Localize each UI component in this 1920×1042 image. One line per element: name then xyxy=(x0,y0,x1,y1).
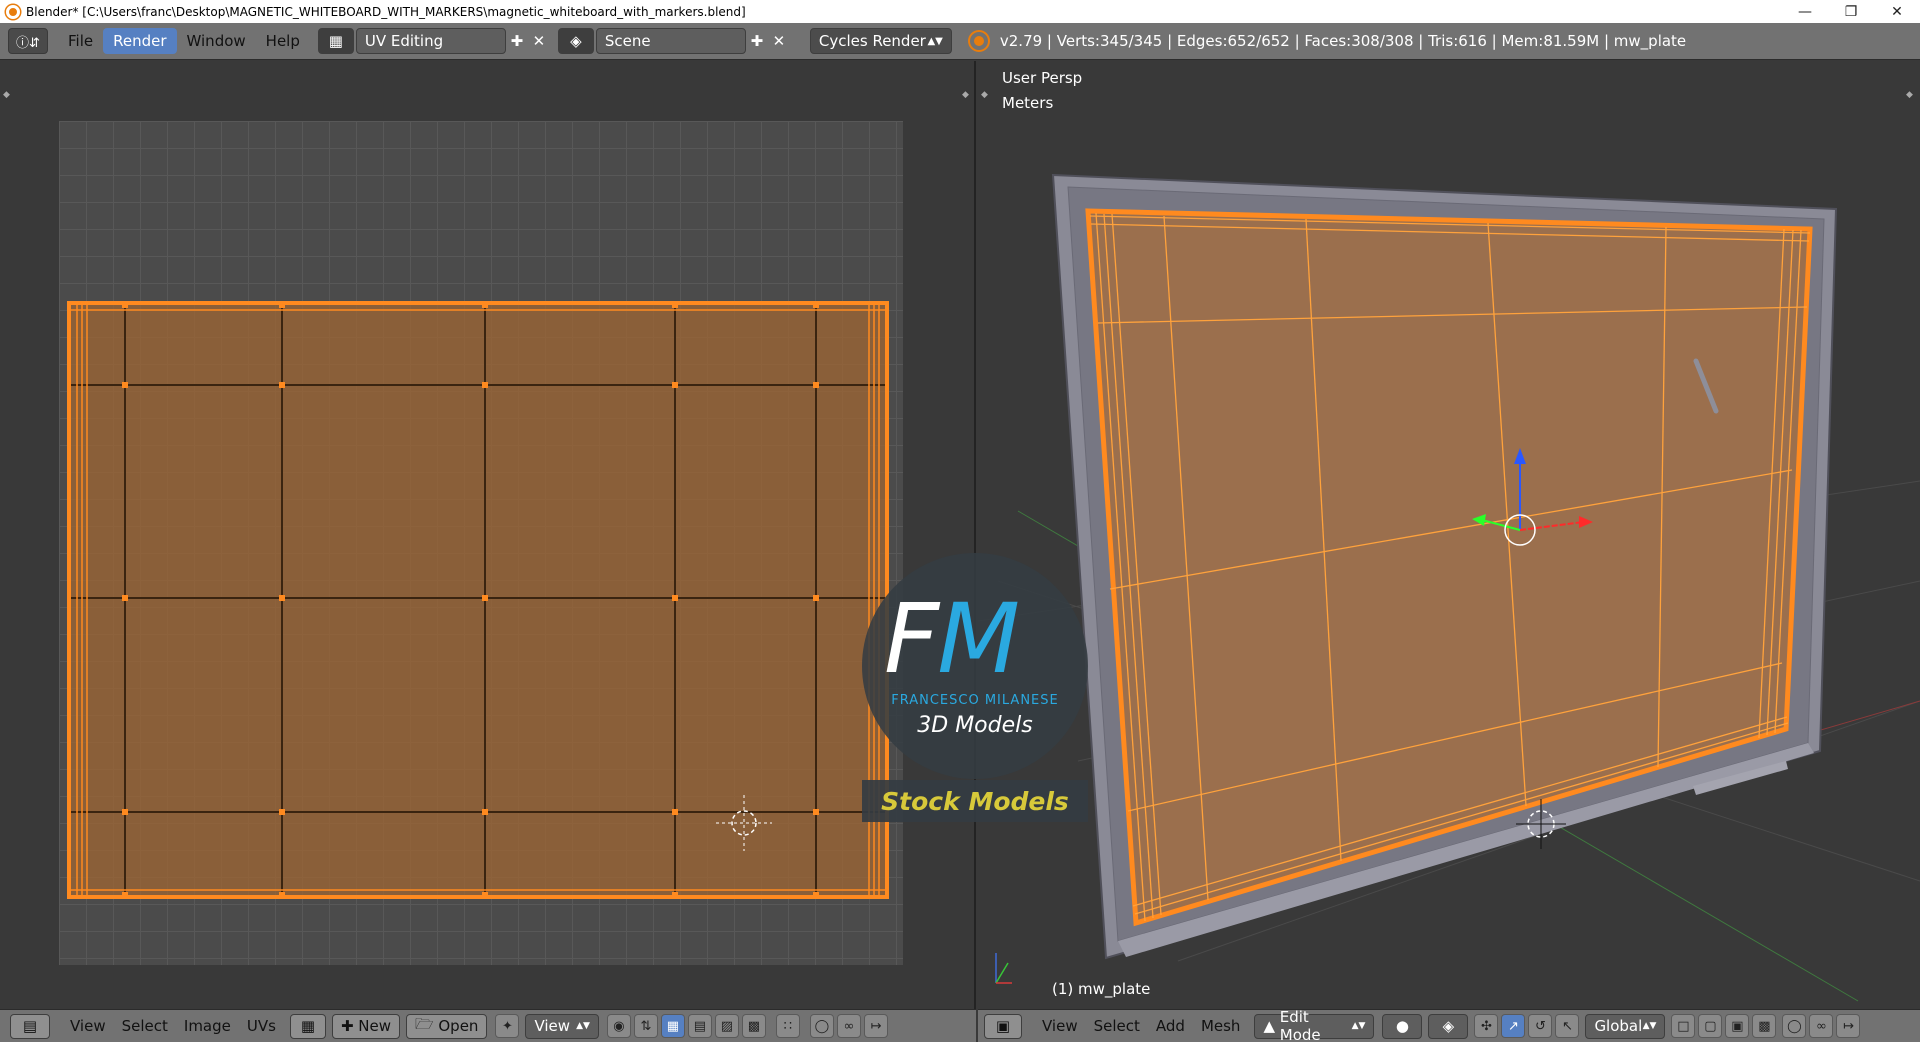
blender-logo-icon xyxy=(969,32,988,50)
new-image-label: New xyxy=(358,1017,391,1035)
uv-image-editor[interactable]: ◆ ◆ xyxy=(0,61,976,1009)
window-titlebar: Blender* [C:\Users\franc\Desktop\MAGNETI… xyxy=(0,0,1920,23)
close-icon[interactable]: ✕ xyxy=(1874,0,1920,23)
add-scene-icon[interactable]: ✚ xyxy=(746,30,768,52)
pivot-point-dropdown[interactable]: ◈ xyxy=(1428,1013,1469,1039)
uv-view-menu[interactable]: View xyxy=(62,1017,114,1035)
sticky-select-icon[interactable]: ∷ xyxy=(775,1014,800,1038)
island-select-icon[interactable]: ▩ xyxy=(741,1014,766,1038)
3d-add-menu[interactable]: Add xyxy=(1148,1017,1193,1035)
view-mode-label: View xyxy=(534,1017,571,1035)
new-image-button[interactable]: ✚ New xyxy=(331,1013,400,1039)
vertex-select-icon[interactable]: ▦ xyxy=(660,1014,685,1038)
region-toggle-right-icon[interactable]: ◆ xyxy=(962,90,970,100)
active-object-label: (1) mw_plate xyxy=(1052,980,1151,998)
scene-name-field[interactable]: Scene xyxy=(595,28,746,54)
snap-element-icon[interactable]: ↦ xyxy=(1836,1014,1861,1038)
image-browse-button[interactable]: ▦ xyxy=(289,1013,326,1039)
scene-stats: v2.79 | Verts:345/345 | Edges:652/652 | … xyxy=(999,32,1687,50)
3d-view-header: ▣ View Select Add Mesh ▲ Edit Mode ▲▼ ● ◈… xyxy=(978,1008,1920,1042)
pivot-icon[interactable]: ◉ xyxy=(606,1014,631,1038)
snap-target-icon[interactable]: ↦ xyxy=(863,1014,888,1038)
snap-icon[interactable]: ∞ xyxy=(836,1014,861,1038)
render-menu[interactable]: Render xyxy=(103,28,177,54)
vertex-select-mode-icon[interactable]: □ xyxy=(1671,1014,1696,1038)
3d-mesh-menu[interactable]: Mesh xyxy=(1193,1017,1249,1035)
whiteboard-plate-mesh[interactable] xyxy=(1085,208,1813,927)
info-header: ⓘ⇵ File Render Window Help ▦ UV Editing … xyxy=(0,23,1920,60)
2d-cursor-icon[interactable] xyxy=(712,791,776,855)
rotate-manipulator-icon[interactable]: ↺ xyxy=(1528,1014,1553,1038)
open-image-button[interactable]: 🗁 Open xyxy=(406,1013,488,1039)
edit-mode-icon: ▲ xyxy=(1263,1017,1280,1035)
uv-image-menu[interactable]: Image xyxy=(176,1017,239,1035)
dropdown-arrows-icon: ▲▼ xyxy=(1351,1021,1366,1031)
uv-select-menu[interactable]: Select xyxy=(114,1017,176,1035)
viewport-shading-dropdown[interactable]: ● xyxy=(1382,1013,1423,1039)
3d-view-menu[interactable]: View xyxy=(1034,1017,1086,1035)
snap-toggle-icon[interactable]: ∞ xyxy=(1809,1014,1834,1038)
blender-app-icon xyxy=(6,4,20,19)
3d-select-menu[interactable]: Select xyxy=(1086,1017,1148,1035)
scene-browse-button[interactable]: ◈ xyxy=(557,28,594,54)
render-engine-dropdown[interactable]: Cycles Render ▲▼ xyxy=(809,28,952,54)
info-editor-type-button[interactable]: ⓘ⇵ xyxy=(8,28,48,54)
proportional-editing-icon[interactable]: ◯ xyxy=(1782,1014,1807,1038)
manipulator-toggle-icon[interactable]: ✣ xyxy=(1474,1014,1499,1038)
restore-icon[interactable]: ❐ xyxy=(1828,0,1874,23)
scale-manipulator-icon[interactable]: ↖ xyxy=(1555,1014,1580,1038)
dropdown-arrows-icon: ▲▼ xyxy=(1642,1021,1657,1031)
delete-layout-icon[interactable]: ✕ xyxy=(528,30,550,52)
render-engine-label: Cycles Render xyxy=(818,32,926,50)
add-layout-icon[interactable]: ✚ xyxy=(506,30,528,52)
view-mode-dropdown[interactable]: View ▲▼ xyxy=(525,1013,599,1039)
view-axes-icon xyxy=(995,953,1012,984)
edge-select-mode-icon[interactable]: ▢ xyxy=(1698,1014,1723,1038)
face-select-icon[interactable]: ▨ xyxy=(714,1014,739,1038)
occlude-geometry-icon[interactable]: ▩ xyxy=(1752,1014,1777,1038)
pin-icon[interactable]: ✦ xyxy=(495,1014,520,1038)
dropdown-arrows-icon: ▲▼ xyxy=(576,1021,590,1031)
window-menu[interactable]: Window xyxy=(177,28,256,54)
orientation-label: Global xyxy=(1594,1017,1643,1035)
3d-editor-type-button[interactable]: ▣ xyxy=(984,1013,1022,1039)
layout-browse-button[interactable]: ▦ xyxy=(317,28,354,54)
help-menu[interactable]: Help xyxy=(256,28,310,54)
open-image-label: Open xyxy=(438,1017,479,1035)
delete-scene-icon[interactable]: ✕ xyxy=(768,30,790,52)
mode-label: Edit Mode xyxy=(1279,1008,1321,1042)
file-menu[interactable]: File xyxy=(58,28,103,54)
translate-manipulator-icon[interactable]: ↗ xyxy=(1501,1014,1526,1038)
dropdown-arrows-icon: ▲▼ xyxy=(927,35,943,47)
face-select-mode-icon[interactable]: ▣ xyxy=(1725,1014,1750,1038)
3d-viewport[interactable]: ◆ ◆ User Persp Meters (1) mw_plate xyxy=(978,61,1920,1009)
uv-uvs-menu[interactable]: UVs xyxy=(239,1017,284,1035)
folder-icon: 🗁 xyxy=(415,1014,439,1033)
uv-editor-header: ▤ View Select Image UVs ▦ ✚ New 🗁 Open ✦… xyxy=(0,1009,976,1042)
mode-dropdown[interactable]: ▲ Edit Mode ▲▼ xyxy=(1254,1008,1375,1042)
minimize-icon[interactable]: — xyxy=(1782,0,1828,23)
orientation-dropdown[interactable]: Global ▲▼ xyxy=(1585,1013,1666,1039)
plus-icon: ✚ xyxy=(340,1017,359,1035)
proportional-edit-icon[interactable]: ◯ xyxy=(809,1014,834,1038)
uv-editor-type-button[interactable]: ▤ xyxy=(10,1013,50,1039)
whiteboard-mesh-view[interactable] xyxy=(978,61,1920,1009)
edge-select-icon[interactable]: ▤ xyxy=(687,1014,712,1038)
layout-name-field[interactable]: UV Editing xyxy=(355,28,506,54)
region-toggle-left-icon[interactable]: ◆ xyxy=(3,90,11,100)
sync-selection-icon[interactable]: ⇅ xyxy=(633,1014,658,1038)
window-title: Blender* [C:\Users\franc\Desktop\MAGNETI… xyxy=(26,4,746,19)
